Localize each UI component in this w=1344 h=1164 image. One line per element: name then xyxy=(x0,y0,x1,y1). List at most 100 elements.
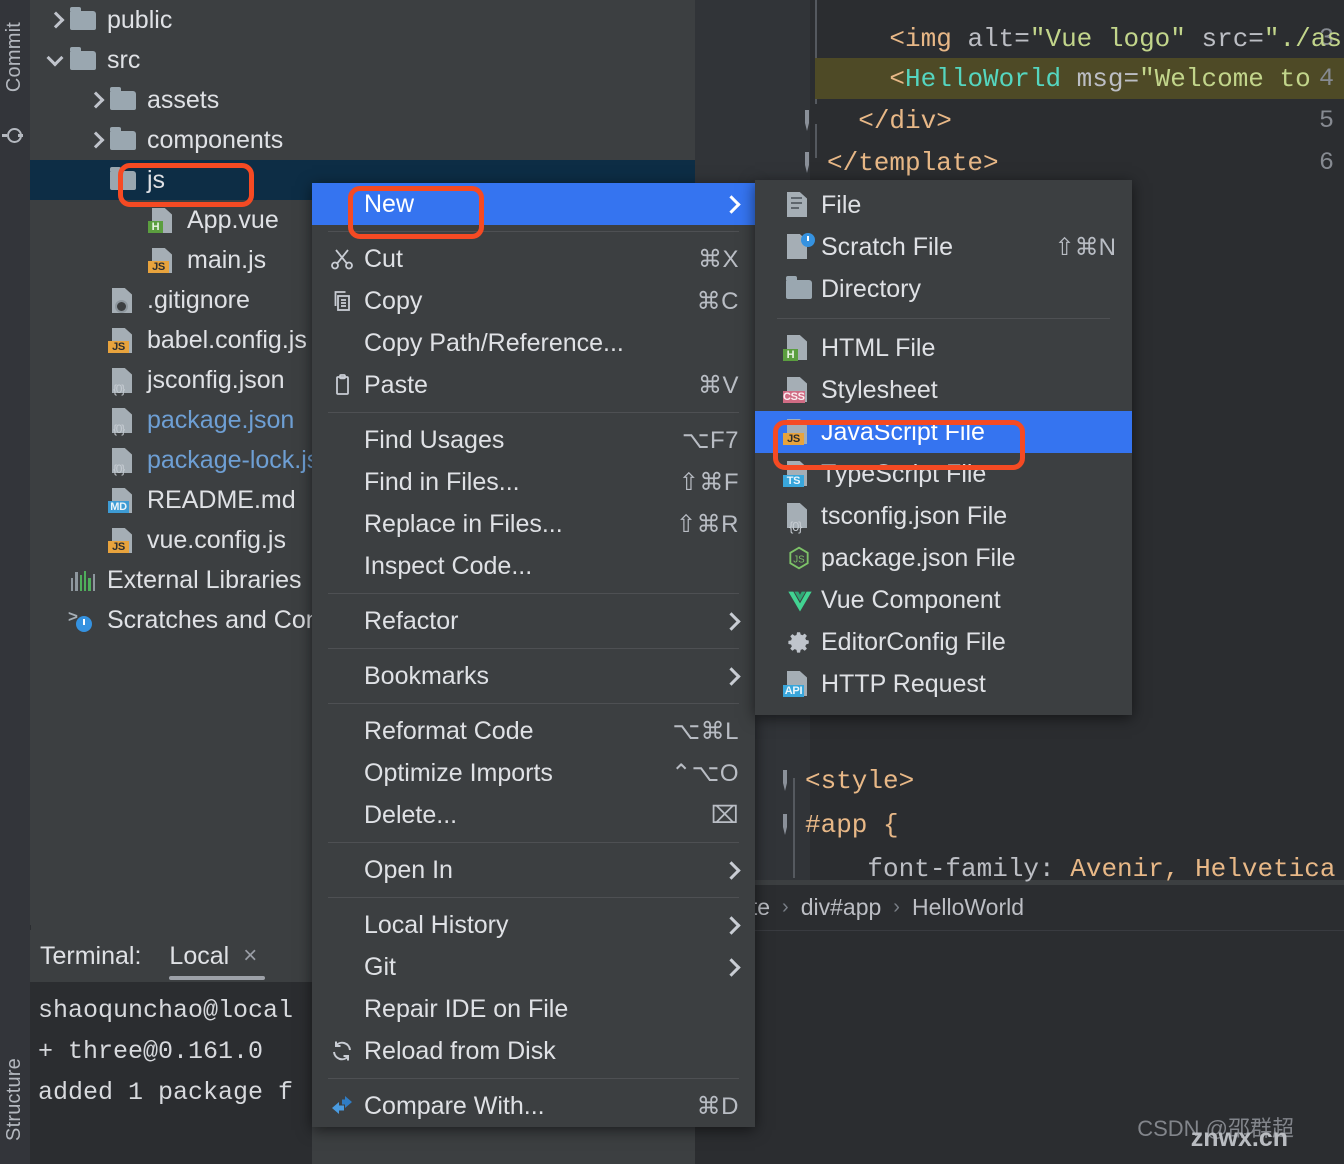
menu-item-replace-in-files[interactable]: Replace in Files... ⇧⌘R xyxy=(312,503,755,545)
menu-item-cut[interactable]: Cut ⌘X xyxy=(312,238,755,280)
folder-icon xyxy=(108,167,138,193)
tree-item-label: App.vue xyxy=(187,205,279,234)
submenu-item-editorconfig-file[interactable]: EditorConfig File xyxy=(755,621,1132,663)
submenu-item-javascript-file[interactable]: JS JavaScript File xyxy=(755,411,1132,453)
submenu-item-label: HTTP Request xyxy=(821,669,986,698)
terminal-output[interactable]: shaoqunchao@local + three@0.161.0 added 1 … xyxy=(30,982,312,1113)
menu-item-shortcut: ⌘D xyxy=(696,1092,739,1120)
tree-item-label: README.md xyxy=(147,485,296,514)
breadcrumb-part[interactable]: div#app xyxy=(801,894,882,921)
menu-item-paste[interactable]: Paste ⌘V xyxy=(312,364,755,406)
submenu-item-label: EditorConfig File xyxy=(821,627,1006,656)
menu-item-find-usages[interactable]: Find Usages ⌥F7 xyxy=(312,419,755,461)
tree-item-label: src xyxy=(107,45,141,74)
code-line[interactable]: font-family: Avenir, Helvetica xyxy=(805,854,1336,884)
menu-item-open-in[interactable]: Open In xyxy=(312,849,755,891)
submenu-item-stylesheet[interactable]: CSS Stylesheet xyxy=(755,369,1132,411)
gitignore-icon xyxy=(108,287,138,313)
chevron-right-icon xyxy=(725,669,739,683)
submenu-item-file[interactable]: File xyxy=(755,184,1132,226)
terminal-tab-local[interactable]: Local × xyxy=(169,930,265,982)
commit-tool-label[interactable]: Commit xyxy=(3,22,26,92)
code-line[interactable]: <HelloWorld msg="Welcome to xyxy=(827,64,1326,94)
menu-item-find-in-files[interactable]: Find in Files... ⇧⌘F xyxy=(312,461,755,503)
code-line[interactable]: </template> xyxy=(827,148,999,178)
menu-item-reformat-code[interactable]: Reformat Code ⌥⌘L xyxy=(312,710,755,752)
submenu-item-http-request[interactable]: API HTTP Request xyxy=(755,663,1132,705)
menu-item-compare-with[interactable]: Compare With... ⌘D xyxy=(312,1085,755,1127)
menu-item-delete[interactable]: Delete... ⌧ xyxy=(312,794,755,836)
menu-item-label: Optimize Imports xyxy=(364,758,553,787)
menu-item-label: Open In xyxy=(364,855,453,884)
structure-tool-label[interactable]: Structure xyxy=(3,1058,26,1141)
code-token: HelloWorld xyxy=(905,64,1062,94)
menu-item-copy-path-reference[interactable]: Copy Path/Reference... xyxy=(312,322,755,364)
submenu-item-typescript-file[interactable]: TS TypeScript File xyxy=(755,453,1132,495)
code-token: Avenir, Helvetica xyxy=(1070,854,1336,884)
submenu-item-package-json-file[interactable]: JS package.json File xyxy=(755,537,1132,579)
submenu-item-shortcut: ⇧⌘N xyxy=(1054,233,1116,261)
menu-item-bookmarks[interactable]: Bookmarks xyxy=(312,655,755,697)
submenu-item-vue-component[interactable]: Vue Component xyxy=(755,579,1132,621)
tree-item-label: package.json xyxy=(147,405,295,434)
code-line[interactable]: </div> xyxy=(827,106,952,136)
menu-item-reload-from-disk[interactable]: Reload from Disk xyxy=(312,1030,755,1072)
js-file-icon: JS xyxy=(781,418,821,446)
close-icon[interactable]: × xyxy=(243,942,257,970)
breadcrumb[interactable]: mplate › div#app › HelloWorld xyxy=(695,885,1344,930)
menu-item-label: Copy xyxy=(364,286,423,315)
tree-item-label: babel.config.js xyxy=(147,325,307,354)
chevron-right-icon[interactable] xyxy=(46,9,68,31)
code-line[interactable]: <style> xyxy=(805,766,914,796)
code-line[interactable]: <img alt="Vue logo" src="./as xyxy=(827,24,1342,54)
terminal-panel[interactable]: Terminal: Local × shaoqunchao@local + thr… xyxy=(30,930,312,1164)
context-menu[interactable]: New Cut ⌘X Copy ⌘C Copy Path/Reference... Past… xyxy=(312,183,755,1127)
submenu-item-tsconfig-json-file[interactable]: {0} tsconfig.json File xyxy=(755,495,1132,537)
menu-separator xyxy=(328,897,739,898)
fold-toggle-icon[interactable] xyxy=(805,152,827,176)
fold-toggle-icon[interactable] xyxy=(805,110,827,134)
new-submenu[interactable]: File Scratch File ⇧⌘N Directory H HTML File CS… xyxy=(755,180,1132,715)
chevron-down-icon[interactable] xyxy=(46,49,68,71)
terminal-tab-label: Local xyxy=(169,941,230,970)
menu-item-inspect-code[interactable]: Inspect Code... xyxy=(312,545,755,587)
menu-item-optimize-imports[interactable]: Optimize Imports ⌃⌥O xyxy=(312,752,755,794)
folder-icon xyxy=(781,275,821,303)
menu-item-label: Replace in Files... xyxy=(364,509,563,538)
tree-item-assets[interactable]: assets xyxy=(30,80,695,120)
tree-item-components[interactable]: components xyxy=(30,120,695,160)
menu-item-repair-ide-on-file[interactable]: Repair IDE on File xyxy=(312,988,755,1030)
menu-item-new[interactable]: New xyxy=(312,183,755,225)
tree-item-src[interactable]: src xyxy=(30,40,695,80)
line-number: 5 xyxy=(1318,106,1334,135)
menu-item-git[interactable]: Git xyxy=(312,946,755,988)
chevron-right-icon xyxy=(725,614,739,628)
chevron-right-icon[interactable] xyxy=(86,129,108,151)
menu-item-copy[interactable]: Copy ⌘C xyxy=(312,280,755,322)
chevron-right-icon xyxy=(725,197,739,211)
menu-separator xyxy=(777,318,1110,319)
css-file-icon: CSS xyxy=(781,376,821,404)
tree-item-public[interactable]: public xyxy=(30,0,695,40)
menu-item-refactor[interactable]: Refactor xyxy=(312,600,755,642)
code-line[interactable]: #app { xyxy=(805,810,899,840)
code-token: src= xyxy=(1185,24,1264,54)
chevron-right-icon[interactable] xyxy=(86,89,108,111)
folder-icon xyxy=(108,127,138,153)
menu-item-local-history[interactable]: Local History xyxy=(312,904,755,946)
submenu-item-html-file[interactable]: H HTML File xyxy=(755,327,1132,369)
watermark: CSDN @邵群超 znwx.cn xyxy=(1137,1118,1294,1151)
folder-icon xyxy=(68,47,98,73)
nodejs-icon: JS xyxy=(781,544,821,572)
folder-icon xyxy=(108,87,138,113)
submenu-item-directory[interactable]: Directory xyxy=(755,268,1132,310)
breadcrumb-part[interactable]: HelloWorld xyxy=(912,894,1024,921)
tree-item-label: js xyxy=(147,165,166,194)
submenu-item-scratch-file[interactable]: Scratch File ⇧⌘N xyxy=(755,226,1132,268)
submenu-item-label: package.json File xyxy=(821,543,1016,572)
reload-icon xyxy=(330,1039,364,1063)
